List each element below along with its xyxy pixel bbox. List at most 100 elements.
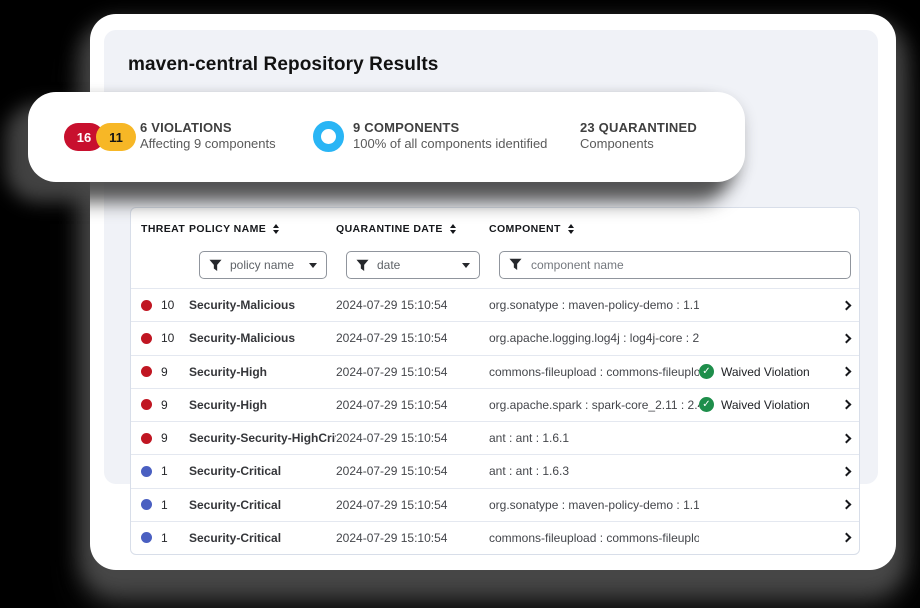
violations-stat-subtitle: Affecting 9 components xyxy=(140,136,276,151)
filter-funnel-icon xyxy=(509,258,522,270)
quarantine-date-cell: 2024-07-29 15:10:54 xyxy=(336,464,448,479)
policy-name-cell: Security-High xyxy=(189,364,268,379)
sort-icon[interactable] xyxy=(567,224,574,234)
component-name-cell: ant : ant : 1.6.1 xyxy=(489,431,570,446)
quarantined-stat-subtitle: Components xyxy=(580,136,654,151)
column-header-threat: THREAT xyxy=(131,223,189,235)
threat-cell: 9 xyxy=(131,365,189,379)
row-expand-cell xyxy=(831,399,859,410)
table-row[interactable]: 1 Security-Critical 2024-07-29 15:10:54 … xyxy=(131,487,859,521)
table-row[interactable]: 10 Security-Malicious 2024-07-29 15:10:5… xyxy=(131,288,859,321)
threat-level-dot xyxy=(141,532,152,544)
waived-violation-label: Waived Violation xyxy=(721,397,810,412)
column-header-threat-label: THREAT xyxy=(141,223,186,235)
component-name-cell: org.sonatype : maven-policy-demo : 1.1.0 xyxy=(489,298,699,313)
threat-cell: 1 xyxy=(131,464,189,478)
column-header-policy-label: POLICY NAME xyxy=(189,223,267,235)
threat-level-value: 10 xyxy=(161,331,175,346)
components-stat: 9 COMPONENTS 100% of all components iden… xyxy=(353,120,547,151)
row-expand-cell xyxy=(831,499,859,510)
filter-funnel-icon xyxy=(356,259,369,271)
table-row[interactable]: 1 Security-Critical 2024-07-29 15:10:54 … xyxy=(131,454,859,487)
quarantine-date-cell: 2024-07-29 15:10:54 xyxy=(336,364,448,379)
components-stat-title: 9 COMPONENTS xyxy=(353,120,460,135)
chevron-right-icon[interactable] xyxy=(841,399,851,410)
screenshot-stage: maven-central Repository Results 16 11 6… xyxy=(0,0,920,608)
table-row[interactable]: 9 Security-High 2024-07-29 15:10:54 comm… xyxy=(131,354,859,388)
component-name-cell: commons-fileupload : commons-fileupload … xyxy=(489,364,699,379)
chevron-right-icon[interactable] xyxy=(841,366,851,377)
threat-level-dot xyxy=(141,432,152,444)
column-header-policy[interactable]: POLICY NAME xyxy=(189,223,336,235)
date-filter-dropdown[interactable]: date xyxy=(346,251,480,279)
quarantine-date-cell: 2024-07-29 15:10:54 xyxy=(336,530,448,545)
threat-cell: 10 xyxy=(131,331,189,345)
component-name-cell: commons-fileupload : commons-fileupload … xyxy=(489,530,699,545)
table-filter-row: policy name date xyxy=(131,244,859,288)
threat-level-dot xyxy=(141,366,152,378)
quarantined-stat-title: 23 QUARANTINED xyxy=(580,120,697,135)
row-expand-cell xyxy=(831,366,859,377)
component-name-cell: org.apache.spark : spark-core_2.11 : 2.4… xyxy=(489,397,699,412)
table-row[interactable]: 9 Security-High 2024-07-29 15:10:54 org.… xyxy=(131,387,859,421)
chevron-right-icon[interactable] xyxy=(841,499,851,510)
violation-count-badges: 16 11 xyxy=(64,123,136,151)
check-circle-icon: ✓ xyxy=(699,364,714,380)
sort-icon[interactable] xyxy=(273,224,280,234)
sort-icon[interactable] xyxy=(449,224,456,234)
chevron-right-icon[interactable] xyxy=(841,466,851,477)
violations-stat-title: 6 VIOLATIONS xyxy=(140,120,232,135)
policy-name-cell: Security-High xyxy=(189,397,268,412)
quarantined-stat: 23 QUARANTINED Components xyxy=(580,120,697,151)
threat-level-dot xyxy=(141,499,152,511)
threat-level-value: 1 xyxy=(161,497,168,512)
threat-cell: 9 xyxy=(131,398,189,412)
policy-name-cell: Security-Security-HighCrit... xyxy=(189,431,336,446)
chevron-right-icon[interactable] xyxy=(841,532,851,543)
component-name-filter-input[interactable] xyxy=(499,251,851,279)
violations-stat: 6 VIOLATIONS Affecting 9 components xyxy=(140,120,276,151)
summary-stats-card: 16 11 6 VIOLATIONS Affecting 9 component… xyxy=(28,92,745,182)
table-header-row: THREAT POLICY NAME QUARANTINE DATE COMPO… xyxy=(131,208,859,244)
column-header-component-label: COMPONENT xyxy=(489,223,561,235)
chevron-right-icon[interactable] xyxy=(841,333,851,344)
filter-funnel-icon xyxy=(209,259,222,271)
quarantine-date-cell: 2024-07-29 15:10:54 xyxy=(336,497,448,512)
threat-level-value: 1 xyxy=(161,464,168,479)
row-expand-cell xyxy=(831,333,859,344)
threat-level-value: 9 xyxy=(161,431,168,446)
policy-name-filter-dropdown[interactable]: policy name xyxy=(199,251,327,279)
component-name-cell: org.sonatype : maven-policy-demo : 1.11.… xyxy=(489,497,699,512)
threat-level-value: 10 xyxy=(161,298,175,313)
threat-level-dot xyxy=(141,299,152,311)
quarantine-date-cell: 2024-07-29 15:10:54 xyxy=(336,431,448,446)
table-row[interactable]: 1 Security-Critical 2024-07-29 15:10:54 … xyxy=(131,520,859,554)
policy-name-cell: Security-Critical xyxy=(189,530,282,545)
policy-name-cell: Security-Critical xyxy=(189,497,282,512)
policy-name-cell: Security-Critical xyxy=(189,464,282,479)
column-header-component[interactable]: COMPONENT xyxy=(489,223,859,235)
row-expand-cell xyxy=(831,433,859,444)
threat-level-dot xyxy=(141,465,152,477)
components-donut-icon xyxy=(313,121,344,152)
table-row[interactable]: 10 Security-Malicious 2024-07-29 15:10:5… xyxy=(131,321,859,354)
quarantine-date-cell: 2024-07-29 15:10:54 xyxy=(336,298,448,313)
warning-count-badge: 11 xyxy=(96,123,136,151)
date-filter-value: date xyxy=(377,258,401,272)
policy-filter-value: policy name xyxy=(230,258,295,272)
row-expand-cell xyxy=(831,532,859,543)
table-body: 10 Security-Malicious 2024-07-29 15:10:5… xyxy=(131,288,859,554)
threat-cell: 9 xyxy=(131,431,189,445)
threat-level-value: 1 xyxy=(161,530,168,545)
threat-level-value: 9 xyxy=(161,364,168,379)
components-stat-subtitle: 100% of all components identified xyxy=(353,136,548,151)
table-row[interactable]: 9 Security-Security-HighCrit... 2024-07-… xyxy=(131,421,859,454)
component-name-cell: ant : ant : 1.6.3 xyxy=(489,464,570,479)
column-header-date-label: QUARANTINE DATE xyxy=(336,223,443,235)
quarantine-table: THREAT POLICY NAME QUARANTINE DATE COMPO… xyxy=(130,207,860,555)
chevron-right-icon[interactable] xyxy=(841,433,851,444)
waived-violation-badge: ✓ Waived Violation xyxy=(699,397,831,413)
column-header-date[interactable]: QUARANTINE DATE xyxy=(336,223,489,235)
chevron-right-icon[interactable] xyxy=(841,300,851,311)
threat-cell: 1 xyxy=(131,498,189,512)
